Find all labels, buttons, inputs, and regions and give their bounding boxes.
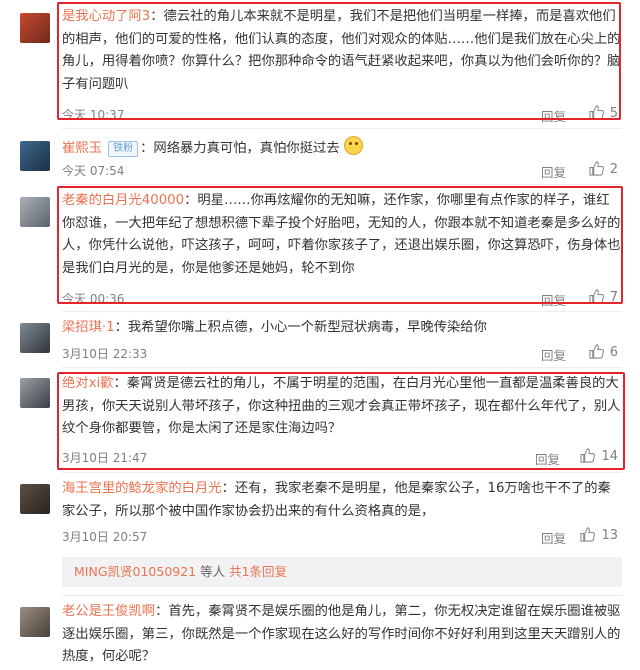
like-count: 7 — [609, 290, 618, 305]
avatar[interactable] — [20, 141, 50, 171]
comment-time: 3月10日 20:57 — [62, 530, 148, 544]
like-button[interactable]: 5 — [589, 105, 618, 121]
thumbs-up-icon — [589, 289, 604, 304]
username-link[interactable]: 老公是王俊凯啊 — [62, 604, 155, 619]
sub-reply-user[interactable]: MING凯贤01050921 — [74, 564, 196, 579]
divider — [62, 184, 622, 185]
comment-text: 崔熙玉 铁粉 ：网络暴力真可怕，真怕你挺过去 — [62, 136, 622, 161]
like-count: 13 — [601, 528, 618, 543]
username-link[interactable]: 是我心动了阿3 — [62, 9, 150, 24]
comment-content: ：秦霄贤是德云社的角儿，不属于明星的范围，在白月光心里他一直都是温柔善良的大男孩… — [62, 376, 621, 436]
like-button[interactable]: 6 — [589, 344, 618, 360]
reply-button[interactable]: 回复 — [535, 449, 560, 468]
comment-content: ：我希望你嘴上积点德，小心一个新型冠状病毒，早晚传染给你 — [114, 320, 487, 335]
avatar[interactable] — [20, 484, 50, 514]
reply-button[interactable]: 回复 — [541, 162, 566, 181]
comment-text: 梁招琪·1：我希望你嘴上积点德，小心一个新型冠状病毒，早晚传染给你 — [62, 317, 622, 340]
username-link[interactable]: 绝对xi歡 — [62, 376, 113, 391]
like-count: 6 — [609, 345, 618, 360]
divider — [62, 311, 622, 312]
thumbs-up-icon — [580, 448, 596, 463]
thumbs-up-icon — [589, 105, 604, 120]
comment-text: 绝对xi歡：秦霄贤是德云社的角儿，不属于明星的范围，在白月光心里他一直都是温柔善… — [62, 373, 622, 441]
sub-reply-count-link[interactable]: 共1条回复 — [229, 564, 287, 579]
avatar[interactable] — [20, 197, 50, 227]
comment-time: 今天 10:37 — [62, 108, 125, 122]
comment-time: 3月10日 21:47 — [62, 451, 148, 465]
thumbs-up-icon — [589, 344, 604, 359]
reply-button[interactable]: 回复 — [541, 290, 566, 309]
like-button[interactable]: 14 — [580, 448, 618, 464]
avatar[interactable] — [20, 323, 50, 353]
sub-reply-mid: 等人 — [196, 564, 230, 579]
reply-button[interactable]: 回复 — [541, 106, 566, 125]
sub-reply-bar[interactable]: MING凯贤01050921 等人 共1条回复 — [62, 557, 622, 587]
divider — [62, 595, 622, 596]
like-button[interactable]: 2 — [589, 161, 618, 177]
like-button[interactable]: 13 — [580, 527, 618, 543]
username-link[interactable]: 海王宫里的鲶龙家的白月光 — [62, 481, 222, 496]
username-link[interactable]: 老秦的白月光40000 — [62, 193, 184, 208]
avatar[interactable] — [20, 378, 50, 408]
comment-time: 3月10日 22:33 — [62, 347, 148, 361]
comment-time: 今天 00:36 — [62, 292, 125, 306]
like-button[interactable]: 7 — [589, 289, 618, 305]
divider — [62, 367, 622, 368]
comment-text: 老公是王俊凯啊：首先，秦霄贤不是娱乐圈的他是角儿，第二，你无权决定谁留在娱乐圈谁… — [62, 601, 622, 667]
fan-badge: 铁粉 — [108, 141, 139, 157]
username-link[interactable]: 崔熙玉 — [62, 141, 102, 156]
username-link[interactable]: 梁招琪·1 — [62, 320, 115, 335]
smile-emoji-icon — [343, 136, 363, 155]
thumbs-up-icon — [580, 527, 596, 542]
avatar[interactable] — [20, 13, 50, 43]
thumbs-up-icon — [589, 161, 604, 176]
like-count: 2 — [609, 162, 618, 177]
comment-content: ：网络暴力真可怕，真怕你挺过去 — [140, 141, 340, 156]
comment-text: 老秦的白月光40000：明星……你再炫耀你的无知嘛，还作家，你哪里有点作家的样子… — [62, 190, 622, 280]
divider — [62, 128, 622, 129]
avatar[interactable] — [20, 607, 50, 637]
comment-text: 是我心动了阿3：德云社的角儿本来就不是明星，我们不是把他们当明星一样捧，而是喜欢… — [62, 6, 622, 96]
like-count: 14 — [601, 449, 618, 464]
comment-text: 海王宫里的鲶龙家的白月光：还有，我家老秦不是明星，他是秦家公子，16万啥也干不了… — [62, 478, 622, 523]
reply-button[interactable]: 回复 — [541, 345, 566, 364]
like-count: 5 — [609, 106, 618, 121]
reply-button[interactable]: 回复 — [541, 528, 566, 547]
divider — [62, 472, 622, 473]
comment-time: 今天 07:54 — [62, 164, 125, 178]
